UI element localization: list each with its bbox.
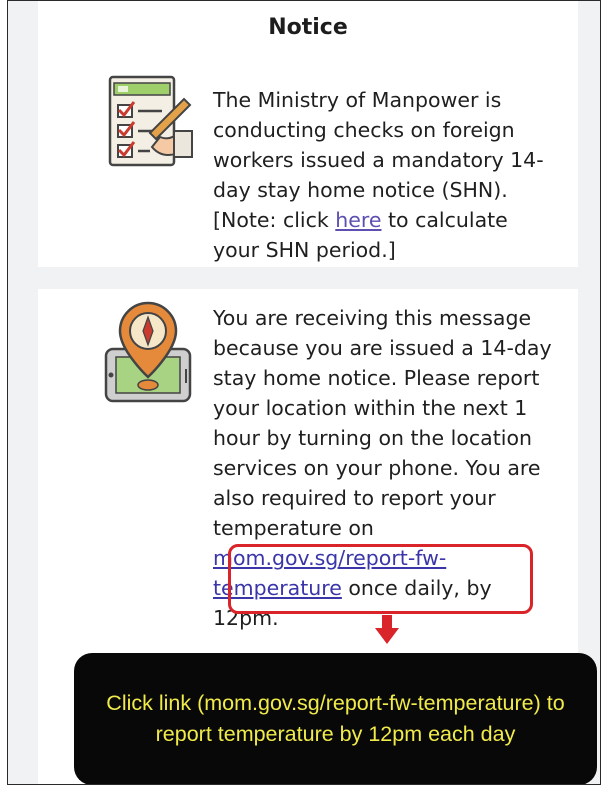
left-gutter: [8, 1, 38, 784]
location-pin-phone-icon: [100, 301, 200, 415]
message-2-text-start: You are receiving this message because y…: [213, 306, 552, 540]
arrow-down-icon: [375, 615, 399, 649]
callout-text: Click link (mom.gov.sg/report-fw-tempera…: [106, 691, 565, 746]
instruction-callout: Click link (mom.gov.sg/report-fw-tempera…: [74, 653, 597, 784]
notice-card-1: Notice The Ministry of Manpower is condu…: [38, 1, 578, 267]
notice-message-1: The Ministry of Manpower is conducting c…: [213, 85, 558, 265]
link-highlight-box: [228, 544, 533, 614]
notice-title: Notice: [268, 15, 348, 40]
screenshot-frame: Notice The Ministry of Manpower is condu…: [7, 0, 601, 785]
card-separator: [38, 267, 578, 289]
checklist-icon: [104, 73, 196, 187]
calculate-shn-link[interactable]: here: [335, 208, 381, 232]
